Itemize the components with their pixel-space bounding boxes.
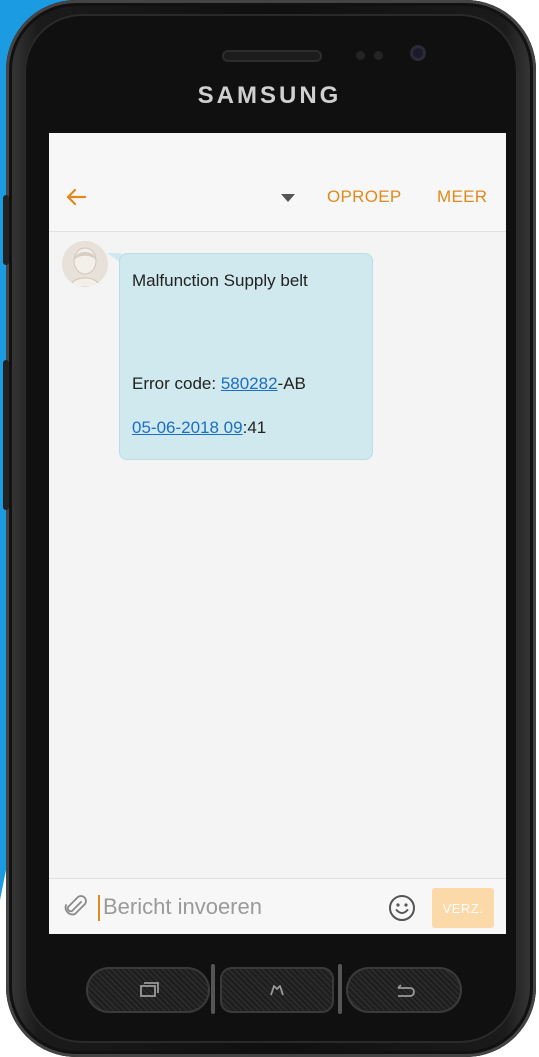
error-code-link[interactable]: 580282 <box>221 374 278 393</box>
error-code-suffix: -AB <box>277 374 306 393</box>
light-sensor <box>374 51 383 60</box>
screen: OPROEP MEER Malfunction Supply belt Erro… <box>49 133 506 934</box>
timestamp-suffix: :41 <box>242 418 267 437</box>
front-camera <box>410 45 426 61</box>
app-bar: OPROEP MEER <box>49 133 506 232</box>
back-icon <box>397 984 415 997</box>
message-title: Malfunction Supply belt <box>132 271 308 290</box>
brand-logo: SAMSUNG <box>197 82 342 109</box>
message-bubble[interactable]: Malfunction Supply belt Error code: 5802… <box>119 253 373 460</box>
person-icon <box>62 241 108 287</box>
smiley-icon[interactable] <box>387 893 417 923</box>
home-icon <box>270 985 284 996</box>
arrow-left-icon[interactable] <box>63 184 89 210</box>
composer-bar: VERZ. <box>49 878 506 934</box>
message-timestamp: 05-06-2018 09:41 <box>132 417 266 439</box>
caret-down-icon[interactable] <box>281 194 295 202</box>
key-divider <box>211 964 215 1014</box>
message-error-code: Error code: 580282-AB <box>132 373 364 395</box>
paperclip-icon[interactable] <box>63 894 89 920</box>
side-button-bixby <box>3 360 9 510</box>
send-button[interactable]: VERZ. <box>432 888 494 928</box>
avatar[interactable] <box>62 241 108 287</box>
error-code-label: Error code: <box>132 374 221 393</box>
call-button[interactable]: OPROEP <box>327 187 402 207</box>
timestamp-link[interactable]: 05-06-2018 09 <box>132 418 243 437</box>
proximity-sensor <box>356 51 365 60</box>
side-button-volume <box>3 195 9 265</box>
text-cursor <box>98 895 100 921</box>
key-divider <box>338 964 342 1014</box>
recent-apps-icon <box>140 982 159 997</box>
message-input[interactable] <box>103 893 363 921</box>
earpiece-speaker <box>222 50 322 62</box>
more-button[interactable]: MEER <box>437 187 487 207</box>
